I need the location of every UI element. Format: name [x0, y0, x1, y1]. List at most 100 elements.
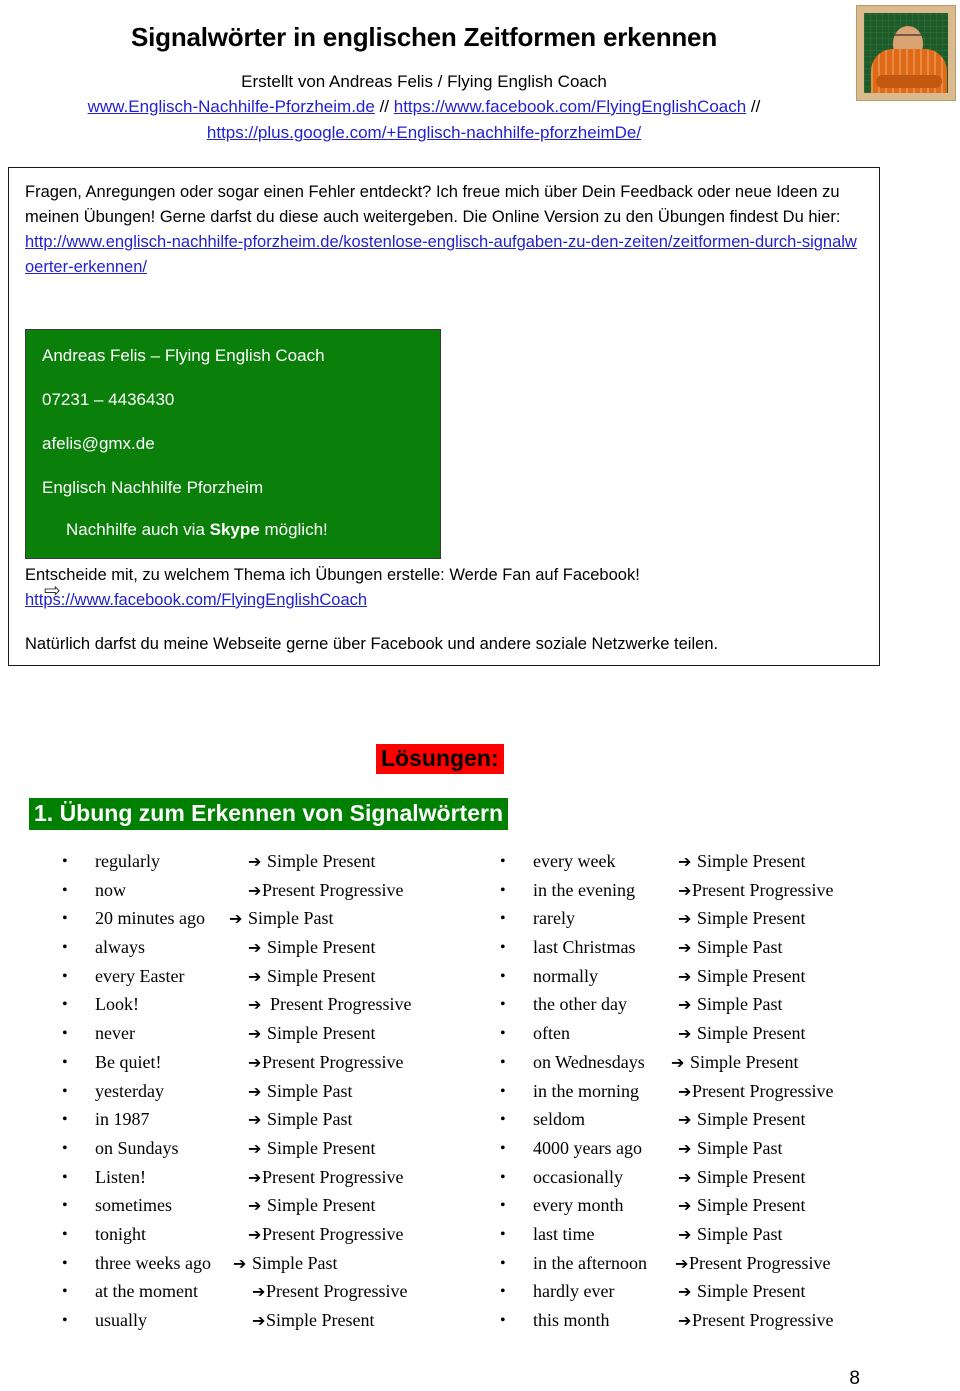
answer-row: • in the morning ➔ Present Progressive — [500, 1078, 920, 1107]
tense-answer: Simple Past — [697, 937, 783, 958]
tense-answer: Simple Past — [267, 1109, 353, 1130]
answer-row: • sometimes ➔ Simple Present — [62, 1192, 482, 1221]
answer-row: • last Christmas ➔ Simple Past — [500, 934, 920, 963]
tense-answer: Simple Present — [697, 908, 806, 929]
bullet-icon: • — [500, 1111, 506, 1129]
answer-row: • occasionally ➔ Simple Present — [500, 1164, 920, 1193]
answer-row: • in the afternoon ➔ Present Progressive — [500, 1250, 920, 1279]
tense-answer: Simple Past — [252, 1252, 338, 1273]
author-photo — [856, 5, 956, 101]
signal-word: three weeks ago — [95, 1252, 211, 1273]
info-box: Fragen, Anregungen oder sogar einen Fehl… — [8, 167, 880, 666]
right-arrow-icon: ➔ — [248, 1081, 262, 1101]
right-arrow-icon: ➔ — [678, 995, 692, 1015]
bullet-icon: • — [62, 1197, 68, 1215]
right-arrow-icon: ➔ — [229, 909, 243, 929]
tense-answer: Present Progressive — [689, 1252, 831, 1273]
google-plus-link[interactable]: https://plus.google.com/+Englisch-nachhi… — [207, 123, 641, 142]
bullet-icon: • — [62, 853, 68, 870]
right-arrow-icon: ➔ — [252, 1282, 266, 1302]
tense-answer: Present Progressive — [692, 1080, 834, 1101]
tense-answer: Simple Present — [697, 1195, 806, 1216]
answer-row: • this month ➔ Present Progressive — [500, 1307, 920, 1336]
right-arrow-icon: ➔ — [678, 880, 692, 900]
tense-answer: Present Progressive — [262, 1051, 404, 1072]
right-arrow-icon: ➔ — [248, 938, 262, 958]
bullet-icon: • — [62, 1082, 68, 1100]
answer-row: • in the evening ➔ Present Progressive — [500, 877, 920, 906]
signal-word: regularly — [95, 851, 160, 871]
answer-row: • seldom ➔ Simple Present — [500, 1106, 920, 1135]
bullet-icon: • — [500, 910, 506, 928]
right-arrow-icon: ➔ — [248, 1110, 262, 1130]
right-arrow-icon: ➔ — [248, 995, 262, 1015]
solutions-label: Lösungen: — [376, 744, 504, 775]
tense-answer: Simple Present — [266, 1310, 375, 1330]
intro-text: Fragen, Anregungen oder sogar einen Fehl… — [25, 183, 841, 226]
right-arrow-icon: ➔ — [248, 1196, 262, 1216]
tense-answer: Simple Present — [267, 1023, 376, 1044]
signal-word: Listen! — [95, 1166, 146, 1187]
portrait-glasses-shape — [894, 33, 922, 42]
answer-row: • now ➔ Present Progressive — [62, 877, 482, 906]
right-arrow-icon: ➔ — [248, 880, 262, 900]
signal-word: every week — [533, 851, 616, 871]
header-link-line-2: https://plus.google.com/+Englisch-nachhi… — [0, 123, 848, 143]
bullet-icon: • — [500, 996, 506, 1014]
bullet-icon: • — [62, 1053, 68, 1071]
bullet-icon: • — [500, 1139, 506, 1157]
answer-row: • rarely ➔ Simple Present — [500, 905, 920, 934]
bullet-icon: • — [500, 1283, 506, 1301]
tense-answer: Simple Past — [697, 1223, 783, 1244]
right-arrow-icon: ➔ — [678, 1110, 692, 1130]
website-link[interactable]: www.Englisch-Nachhilfe-Pforzheim.de — [88, 97, 375, 116]
right-arrow-icon: ➔ — [678, 1224, 692, 1244]
bullet-icon: • — [62, 967, 68, 985]
share-permission-note: Natürlich darfst du meine Webseite gerne… — [25, 635, 719, 653]
answer-row: • always ➔ Simple Present — [62, 934, 482, 963]
contact-school-name: Englisch Nachhilfe Pforzheim — [42, 478, 264, 497]
tense-answer: Present Progressive — [266, 1281, 408, 1302]
link-separator-2: // — [746, 97, 761, 116]
right-arrow-icon: ➔ — [678, 1196, 692, 1216]
bullet-icon: • — [500, 1197, 506, 1215]
signal-word: now — [95, 879, 126, 900]
signal-word: never — [95, 1023, 135, 1044]
answer-row: • in 1987 ➔ Simple Past — [62, 1106, 482, 1135]
signal-word: last time — [533, 1223, 595, 1244]
answer-row: • on Wednesdays ➔ Simple Present — [500, 1049, 920, 1078]
answer-row: • hardly ever ➔ Simple Present — [500, 1278, 920, 1307]
online-version-link[interactable]: http://www.englisch-nachhilfe-pforzheim.… — [25, 230, 865, 280]
tense-answer: Simple Present — [697, 1023, 806, 1044]
signal-word: in 1987 — [95, 1109, 150, 1130]
tense-answer: Simple Past — [267, 1080, 353, 1101]
right-arrow-icon: ➔ — [675, 1253, 689, 1273]
exercise-1-heading: 1. Übung zum Erkennen von Signalwörtern — [29, 798, 508, 831]
facebook-page-link[interactable]: https://www.facebook.com/FlyingEnglishCo… — [25, 591, 367, 610]
bullet-icon: • — [62, 939, 68, 957]
tense-answer: Simple Present — [690, 1051, 799, 1072]
facebook-cta-text: Entscheide mit, zu welchem Thema ich Übu… — [25, 566, 640, 584]
answer-row: • last time ➔ Simple Past — [500, 1221, 920, 1250]
facebook-link[interactable]: https://www.facebook.com/FlyingEnglishCo… — [394, 97, 746, 116]
tense-answer: Simple Present — [267, 851, 376, 871]
header-link-line-1: www.Englisch-Nachhilfe-Pforzheim.de // h… — [0, 97, 848, 117]
tense-answer: Simple Past — [697, 994, 783, 1015]
answer-row: • at the moment ➔ Present Progressive — [62, 1278, 482, 1307]
skype-suffix: möglich! — [259, 520, 328, 539]
page-title: Signalwörter in englischen Zeitformen er… — [130, 22, 718, 52]
signal-word: every month — [533, 1195, 624, 1216]
signal-word: last Christmas — [533, 937, 636, 958]
tense-answer: Present Progressive — [692, 1310, 834, 1330]
tense-answer: Simple Present — [697, 1109, 806, 1130]
answer-row: • Listen! ➔ Present Progressive — [62, 1164, 482, 1193]
tense-answer: Simple Past — [697, 1137, 783, 1158]
bullet-icon: • — [62, 1025, 68, 1043]
signal-word: every Easter — [95, 965, 185, 986]
answer-row: • normally ➔ Simple Present — [500, 963, 920, 992]
signal-word: Be quiet! — [95, 1051, 162, 1072]
bullet-icon: • — [62, 1254, 68, 1272]
signal-word: always — [95, 937, 145, 958]
bullet-icon: • — [500, 1025, 506, 1043]
contact-email: afelis@gmx.de — [42, 434, 155, 453]
